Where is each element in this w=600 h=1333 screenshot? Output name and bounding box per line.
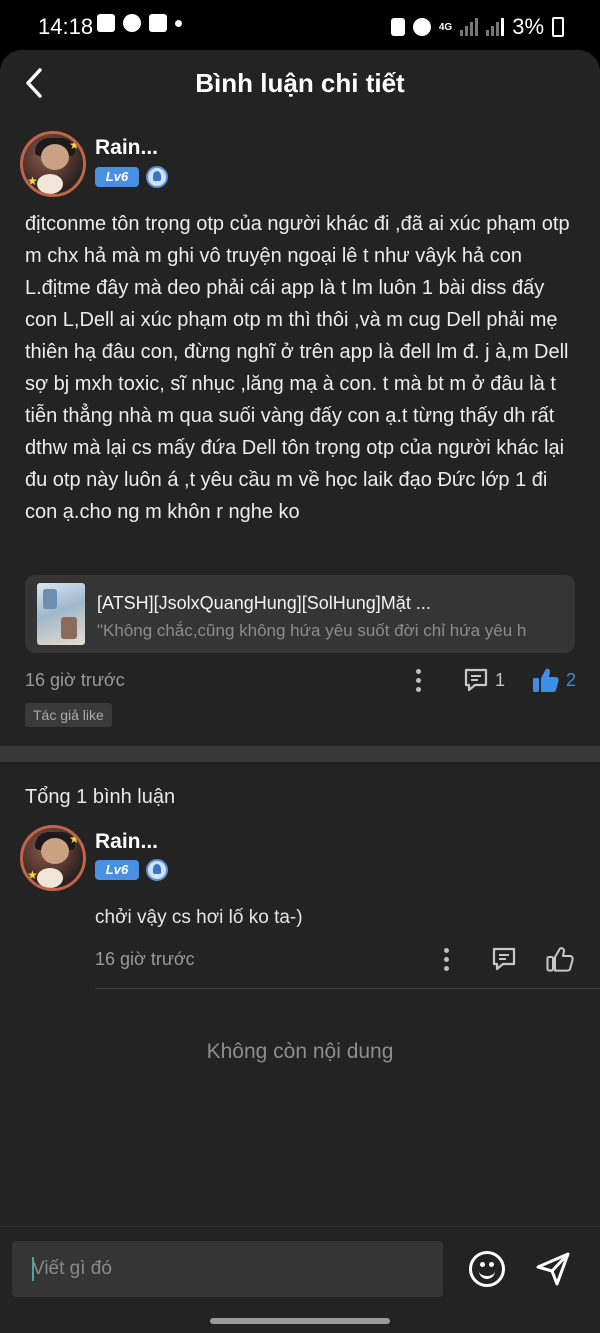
comment-count: 1	[495, 669, 506, 690]
thumbs-up-outline-icon	[546, 947, 574, 972]
comments-count-title: Tổng 1 bình luận	[25, 786, 176, 808]
battery-saver-icon	[390, 18, 405, 36]
more-notifications-icon	[175, 19, 182, 27]
post-body: địtconme tôn trọng otp của người khác đi…	[25, 213, 570, 523]
story-title: [ATSH][JsolxQuangHung][SolHung]Mặt ...	[97, 593, 431, 613]
battery-percent: 3%	[512, 14, 544, 39]
battery-icon	[552, 17, 564, 37]
comment-username[interactable]: Rain...	[95, 830, 158, 854]
like-count: 2	[566, 669, 577, 690]
send-icon	[536, 1252, 570, 1286]
comment-reply-button[interactable]	[491, 946, 517, 972]
like-button[interactable]: 2	[532, 667, 576, 693]
post-username[interactable]: Rain...	[95, 136, 158, 160]
story-excerpt: "Không chắc,cũng không hứa yêu suốt đời …	[97, 621, 527, 640]
comment-text: chởi vậy cs hơi lố ko ta-)	[95, 907, 303, 928]
status-right: 4G 3%	[390, 14, 564, 40]
section-divider	[0, 746, 600, 762]
signal-icon	[460, 18, 479, 36]
story-thumbnail	[37, 583, 85, 645]
page-title: Bình luận chi tiết	[195, 68, 405, 98]
network-type: 4G	[438, 21, 453, 33]
thumbs-up-icon	[533, 668, 559, 692]
send-button[interactable]	[535, 1251, 571, 1287]
status-bar: 14:18 4G 3%	[0, 0, 600, 52]
rank-icon	[146, 166, 168, 188]
signal-icon-2	[486, 18, 505, 36]
post-time: 16 giờ trước	[25, 670, 125, 690]
comment-like-button[interactable]	[546, 946, 574, 972]
comment-divider	[95, 988, 600, 989]
reply-button[interactable]: 1	[463, 667, 505, 693]
comment-more-options-icon[interactable]	[444, 948, 450, 972]
header: Bình luận chi tiết	[0, 50, 600, 116]
avatar[interactable]: ★ ★	[20, 131, 86, 197]
alert-icon	[149, 14, 167, 32]
status-time: 14:18	[38, 14, 94, 39]
emoji-icon[interactable]	[469, 1251, 505, 1287]
author-like-badge: Tác giả like	[25, 703, 112, 727]
more-options-icon[interactable]	[416, 669, 422, 693]
level-badge: Lv6	[95, 167, 139, 187]
alarm-icon	[412, 18, 431, 36]
comment-level-badge: Lv6	[95, 860, 139, 880]
comment-time: 16 giờ trước	[95, 949, 195, 969]
story-link-card[interactable]: [ATSH][JsolxQuangHung][SolHung]Mặt ... "…	[25, 575, 575, 653]
comment-avatar[interactable]: ★ ★	[20, 825, 86, 891]
messenger-icon	[123, 14, 141, 32]
comment-icon	[464, 668, 488, 692]
home-indicator	[210, 1318, 390, 1324]
comment-rank-icon	[146, 859, 168, 881]
gallery-icon	[97, 14, 115, 32]
comment-icon	[492, 947, 516, 971]
app-screen: Bình luận chi tiết ★ ★ Rain... Lv6 địtco…	[0, 50, 600, 1333]
comment-input[interactable]: Viết gì đó	[12, 1241, 443, 1297]
comment-input-bar: Viết gì đó	[0, 1226, 600, 1310]
notification-icons	[97, 14, 182, 32]
end-of-content: Không còn nội dung	[206, 1040, 394, 1063]
